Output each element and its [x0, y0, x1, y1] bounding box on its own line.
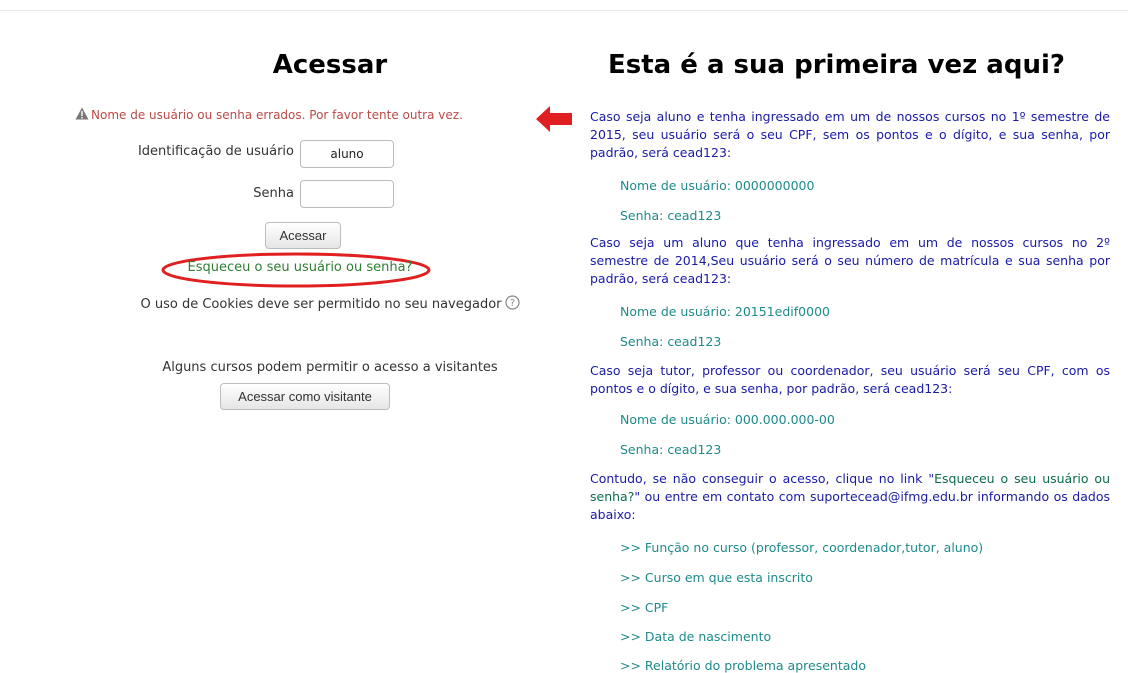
password-label: Senha — [253, 186, 294, 201]
login-panel: Acessar Nome de usuário ou senha errados… — [60, 40, 600, 440]
info-4-text-b: " ou entre em contato com suportecead@if… — [590, 489, 1110, 522]
info-list-item: >> Função no curso (professor, coordenad… — [620, 540, 984, 555]
info-paragraph-4: Contudo, se não conseguir o acesso, cliq… — [590, 470, 1110, 524]
guests-notice: Alguns cursos podem permitir o acesso a … — [162, 360, 498, 375]
first-time-title: Esta é a sua primeira vez aqui? — [608, 50, 1065, 80]
cookies-text: O uso de Cookies deve ser permitido no s… — [140, 297, 502, 312]
info-3-username: Nome de usuário: 000.000.000-00 — [620, 412, 835, 427]
login-title: Acessar — [272, 50, 388, 80]
password-input[interactable] — [300, 180, 394, 208]
red-arrow-icon — [534, 104, 574, 138]
username-label: Identificação de usuário — [137, 144, 294, 159]
cookies-notice: O uso de Cookies deve ser permitido no s… — [60, 295, 600, 314]
help-icon[interactable]: ? — [504, 295, 520, 314]
login-error: Nome de usuário ou senha errados. Por fa… — [75, 107, 535, 123]
username-input[interactable]: aluno — [300, 140, 394, 168]
info-list-item: >> Curso em que esta inscrito — [620, 570, 813, 585]
info-list-item: >> Data de nascimento — [620, 629, 772, 644]
forgot-password-link[interactable]: Esqueceu o seu usuário ou senha? — [160, 260, 440, 275]
info-list-item: >> Relatório do problema apresentado — [620, 658, 866, 673]
info-paragraph-1: Caso seja aluno e tenha ingressado em um… — [590, 109, 1110, 160]
login-button[interactable]: Acessar — [265, 222, 341, 249]
top-border — [0, 0, 1128, 11]
info-1-username: Nome de usuário: 0000000000 — [620, 178, 815, 193]
info-4-text-a: Contudo, se não conseguir o acesso, cliq… — [590, 471, 935, 486]
first-time-panel: Esta é a sua primeira vez aqui? Caso sej… — [590, 40, 1110, 673]
info-1-password: Senha: cead123 — [620, 208, 722, 223]
info-paragraph-2: Caso seja um aluno que tenha ingressado … — [590, 235, 1110, 286]
info-list-item: >> CPF — [620, 600, 669, 615]
svg-text:?: ? — [509, 298, 514, 309]
info-2-username: Nome de usuário: 20151edif0000 — [620, 304, 830, 319]
warning-icon — [75, 107, 89, 123]
login-error-text: Nome de usuário ou senha errados. Por fa… — [91, 108, 463, 122]
info-3-password: Senha: cead123 — [620, 442, 722, 457]
guest-login-button[interactable]: Acessar como visitante — [220, 383, 390, 410]
info-2-password: Senha: cead123 — [620, 334, 722, 349]
info-paragraph-3: Caso seja tutor, professor ou coordenado… — [590, 363, 1110, 396]
